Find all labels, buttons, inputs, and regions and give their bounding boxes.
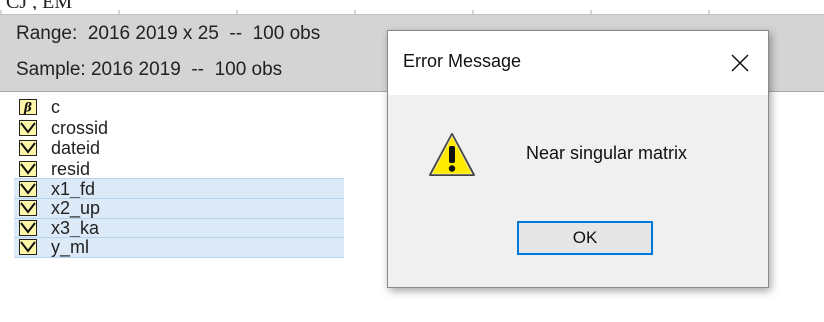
list-item-label: x3_ka [51, 217, 100, 238]
list-item-label: dateid [51, 138, 101, 159]
list-item[interactable]: x3_ka [14, 217, 344, 239]
error-dialog: Error Message Near singular matrix OK [387, 30, 769, 288]
series-icon [19, 219, 37, 236]
workfile-object-list: β c crossid dateid resid x1_fd x2_up x3_… [14, 97, 344, 258]
warning-icon [429, 133, 475, 176]
list-item[interactable]: y_ml [14, 237, 344, 258]
list-item-label: y_ml [51, 237, 90, 258]
sample-label: Sample: 2016 2019 -- 100 obs [16, 59, 283, 80]
list-item[interactable]: β c [14, 97, 344, 118]
list-item[interactable]: x2_up [14, 197, 344, 219]
dialog-titlebar[interactable]: Error Message [388, 31, 768, 95]
list-item[interactable]: x1_fd [14, 178, 344, 199]
close-button[interactable] [722, 45, 758, 81]
dialog-message: Near singular matrix [526, 143, 688, 163]
coefficient-icon: β [19, 99, 37, 116]
list-item[interactable]: resid [14, 159, 344, 180]
series-icon [19, 200, 37, 217]
close-icon [731, 54, 749, 72]
list-item-label: crossid [51, 117, 109, 138]
series-icon [19, 161, 37, 178]
ok-button[interactable]: OK [517, 221, 653, 255]
list-item-label: resid [51, 159, 91, 180]
dialog-title: Error Message [403, 51, 522, 71]
series-icon [19, 180, 37, 197]
series-icon [19, 119, 37, 136]
window-title-strip: CJ , EM [0, 0, 824, 14]
list-item-label: c [51, 97, 60, 118]
range-label: Range: 2016 2019 x 25 -- 100 obs [16, 23, 321, 44]
svg-text:β: β [23, 101, 32, 115]
series-icon [19, 140, 37, 157]
list-item[interactable]: crossid [14, 118, 344, 139]
list-item-label: x2_up [51, 198, 101, 219]
series-icon [19, 239, 37, 256]
list-item[interactable]: dateid [14, 138, 344, 159]
list-item-label: x1_fd [51, 178, 96, 199]
